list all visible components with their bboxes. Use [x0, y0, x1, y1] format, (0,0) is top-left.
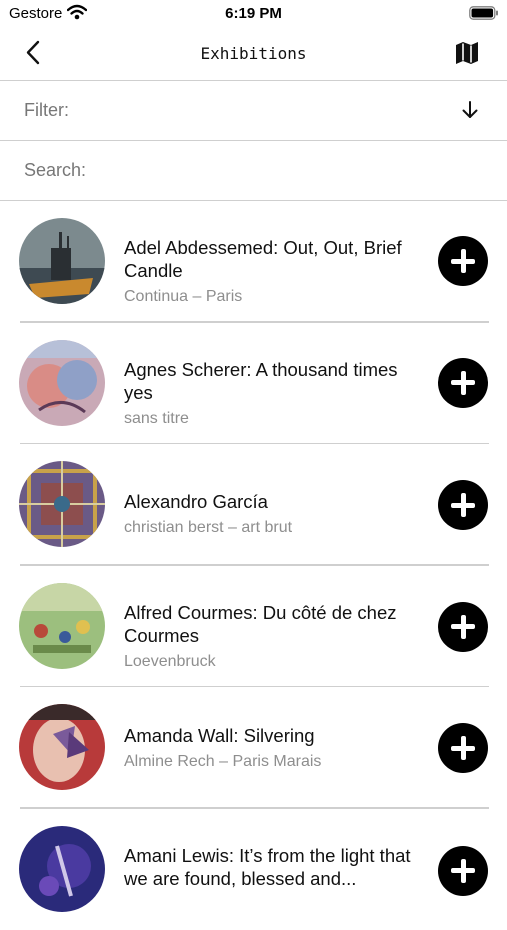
page-title: Exhibitions: [0, 44, 507, 63]
list-item[interactable]: Amanda Wall: Silvering Almine Rech – Par…: [0, 687, 507, 809]
exhibition-thumbnail: [19, 704, 105, 790]
list-item[interactable]: Alexandro García christian berst – art b…: [0, 444, 507, 566]
gallery-name: Almine Rech – Paris Marais: [124, 753, 417, 771]
arrow-down-icon[interactable]: [459, 99, 481, 121]
list-item[interactable]: Agnes Scherer: A thousand times yes sans…: [0, 323, 507, 445]
clock: 6:19 PM: [0, 5, 507, 22]
search-field[interactable]: Search:: [0, 141, 507, 201]
filter-row[interactable]: Filter:: [0, 81, 507, 141]
add-button[interactable]: [438, 480, 488, 530]
exhibition-title: Amanda Wall: Silvering: [124, 724, 417, 747]
list-item[interactable]: Adel Abdessemed: Out, Out, Brief Candle …: [0, 201, 507, 323]
status-bar: Gestore 6:19 PM: [0, 0, 507, 28]
battery-icon: [469, 6, 499, 24]
exhibition-list: Adel Abdessemed: Out, Out, Brief Candle …: [0, 201, 507, 930]
exhibition-thumbnail: [19, 461, 105, 547]
add-button[interactable]: [438, 358, 488, 408]
add-button[interactable]: [438, 236, 488, 286]
exhibition-title: Alexandro García: [124, 490, 417, 513]
add-button[interactable]: [438, 723, 488, 773]
exhibition-thumbnail: [19, 340, 105, 426]
exhibition-title: Adel Abdessemed: Out, Out, Brief Candle: [124, 236, 417, 282]
list-item[interactable]: Alfred Courmes: Du côté de chez Courmes …: [0, 566, 507, 688]
exhibition-title: Alfred Courmes: Du côté de chez Courmes: [124, 601, 417, 647]
gallery-name: Loevenbruck: [124, 653, 417, 671]
search-label: Search:: [24, 160, 86, 181]
gallery-name: christian berst – art brut: [124, 519, 417, 537]
navigation-bar: Exhibitions: [0, 28, 507, 81]
gallery-name: Continua – Paris: [124, 288, 417, 306]
list-item[interactable]: Amani Lewis: It’s from the light that we…: [0, 809, 507, 930]
map-button[interactable]: [453, 39, 481, 67]
gallery-name: sans titre: [124, 410, 417, 428]
exhibition-thumbnail: [19, 583, 105, 669]
add-button[interactable]: [438, 602, 488, 652]
exhibition-title: Agnes Scherer: A thousand times yes: [124, 358, 417, 404]
filter-label: Filter:: [24, 100, 69, 121]
map-icon: [453, 39, 481, 67]
add-button[interactable]: [438, 846, 488, 896]
exhibition-thumbnail: [19, 826, 105, 912]
exhibition-title: Amani Lewis: It’s from the light that we…: [124, 844, 417, 890]
exhibition-thumbnail: [19, 218, 105, 304]
